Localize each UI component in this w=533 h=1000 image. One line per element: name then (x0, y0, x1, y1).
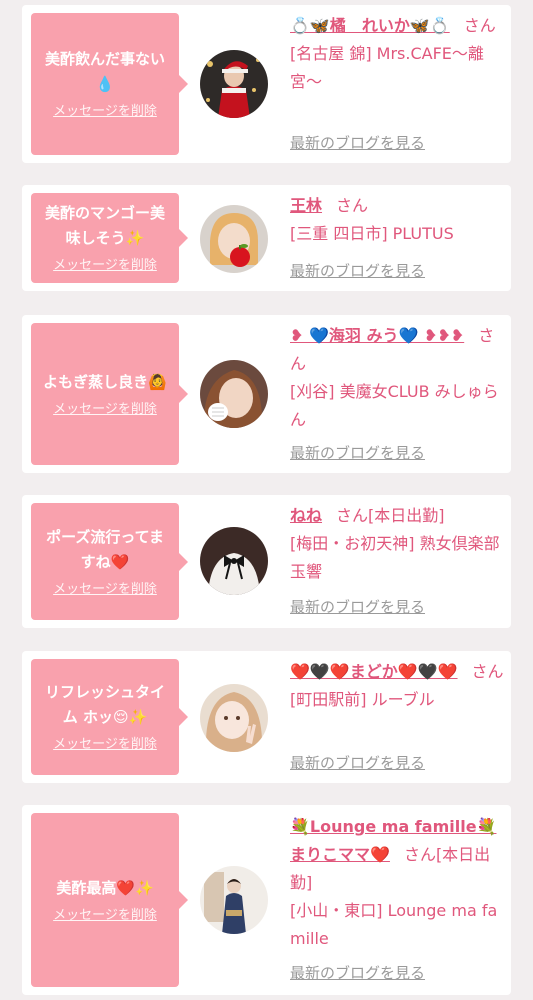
message-bubble: 美酢飲んだ事ない💧 メッセージを削除 (31, 13, 188, 155)
user-info: 💐Lounge ma famille💐まりこママ❤️ さん[本日出勤] [小山・東… (290, 813, 505, 953)
delete-message-link[interactable]: メッセージを削除 (53, 103, 157, 121)
latest-blog-link[interactable]: 最新のブログを見る (290, 443, 425, 463)
latest-blog-link[interactable]: 最新のブログを見る (290, 753, 425, 773)
message-text: ポーズ流行ってますね❤️ (46, 527, 164, 571)
message-text: 美酢飲んだ事ない💧 (44, 50, 165, 93)
message-text: よもぎ蒸し良き🙆 (43, 372, 167, 391)
message-list: 美酢飲んだ事ない💧 メッセージを削除 💍🦋橘 れいか🦋💍 さん [名古屋 錦] M… (0, 0, 533, 1000)
message-bubble: 美酢最高❤️✨ メッセージを削除 (31, 813, 188, 987)
delete-message-link[interactable]: メッセージを削除 (53, 736, 157, 754)
message-bubble: リフレッシュタイム ホッ😌✨ メッセージを削除 (31, 659, 188, 775)
shop-name: [町田駅前] ルーブル (290, 690, 435, 709)
delete-message-link[interactable]: メッセージを削除 (53, 401, 157, 419)
san-suffix: さん (336, 196, 369, 215)
user-info: ねね さん[本日出勤] [梅田・お初天神] 熟女倶楽部 玉響 (290, 502, 505, 586)
message-text: 美酢最高❤️✨ (56, 878, 154, 897)
santa-costume-photo-icon (200, 50, 268, 118)
user-info: ❥ 💙海羽 みう💙 ❥❥❥ さん [刈谷] 美魔女CLUB みしゅらん (290, 322, 505, 434)
ribbon-blouse-photo-icon (200, 527, 268, 595)
message-bubble: 美酢のマンゴー美味しそう✨ メッセージを削除 (31, 193, 188, 283)
apple-face-photo-icon (200, 205, 268, 273)
latest-blog-link[interactable]: 最新のブログを見る (290, 133, 425, 153)
avatar[interactable] (200, 684, 268, 752)
shop-name: [刈谷] 美魔女CLUB みしゅらん (290, 382, 499, 429)
shop-name: [小山・東口] Lounge ma famille (290, 901, 498, 948)
delete-message-link[interactable]: メッセージを削除 (53, 581, 157, 599)
latest-blog-link[interactable]: 最新のブログを見る (290, 963, 425, 983)
latest-blog-link[interactable]: 最新のブログを見る (290, 597, 425, 617)
kimono-photo-icon (200, 866, 268, 934)
message-bubble: よもぎ蒸し良き🙆 メッセージを削除 (31, 323, 188, 465)
message-card: よもぎ蒸し良き🙆 メッセージを削除 ❥ 💙海羽 みう💙 ❥❥❥ さん [刈谷] 美… (22, 315, 511, 473)
user-name-link[interactable]: 💍🦋橘 れいか🦋💍 (290, 16, 450, 35)
message-card: ポーズ流行ってますね❤️ メッセージを削除 ねね さん[本日出勤] [梅田・お初天… (22, 495, 511, 628)
message-card: 美酢飲んだ事ない💧 メッセージを削除 💍🦋橘 れいか🦋💍 さん [名古屋 錦] M… (22, 5, 511, 163)
user-info: 王林 さん [三重 四日市] PLUTUS (290, 192, 505, 248)
message-text: リフレッシュタイム ホッ😌✨ (44, 683, 165, 726)
selfie-photo-icon (200, 360, 268, 428)
peace-sign-photo-icon (200, 684, 268, 752)
avatar[interactable] (200, 205, 268, 273)
latest-blog-link[interactable]: 最新のブログを見る (290, 261, 425, 281)
user-name-link[interactable]: ねね (290, 506, 322, 525)
avatar[interactable] (200, 50, 268, 118)
san-suffix: さん (471, 662, 504, 681)
avatar[interactable] (200, 360, 268, 428)
shop-name: [三重 四日市] PLUTUS (290, 224, 454, 243)
user-name-link[interactable]: ❤️🖤❤️まどか❤️🖤❤️ (290, 662, 458, 681)
message-bubble: ポーズ流行ってますね❤️ メッセージを削除 (31, 503, 188, 620)
user-info: ❤️🖤❤️まどか❤️🖤❤️ さん [町田駅前] ルーブル (290, 658, 505, 714)
shop-name: [梅田・お初天神] 熟女倶楽部 玉響 (290, 534, 500, 581)
message-card: 美酢のマンゴー美味しそう✨ メッセージを削除 王林 さん [三重 四日市] PLU… (22, 185, 511, 291)
delete-message-link[interactable]: メッセージを削除 (53, 257, 157, 275)
user-name-link[interactable]: 王林 (290, 196, 322, 215)
message-text: 美酢のマンゴー美味しそう✨ (44, 204, 165, 247)
user-info: 💍🦋橘 れいか🦋💍 さん [名古屋 錦] Mrs.CAFE〜離宮〜 (290, 12, 505, 96)
san-suffix: さん[本日出勤] (336, 506, 445, 525)
user-name-link[interactable]: ❥ 💙海羽 みう💙 ❥❥❥ (290, 326, 464, 345)
avatar[interactable] (200, 866, 268, 934)
avatar[interactable] (200, 527, 268, 595)
delete-message-link[interactable]: メッセージを削除 (53, 907, 157, 925)
shop-name: [名古屋 錦] Mrs.CAFE〜離宮〜 (290, 44, 484, 91)
san-suffix: さん (463, 16, 496, 35)
message-card: 美酢最高❤️✨ メッセージを削除 💐Lounge ma famille💐まりこマ… (22, 805, 511, 995)
message-card: リフレッシュタイム ホッ😌✨ メッセージを削除 ❤️🖤❤️まどか❤️🖤❤️ さん … (22, 651, 511, 783)
